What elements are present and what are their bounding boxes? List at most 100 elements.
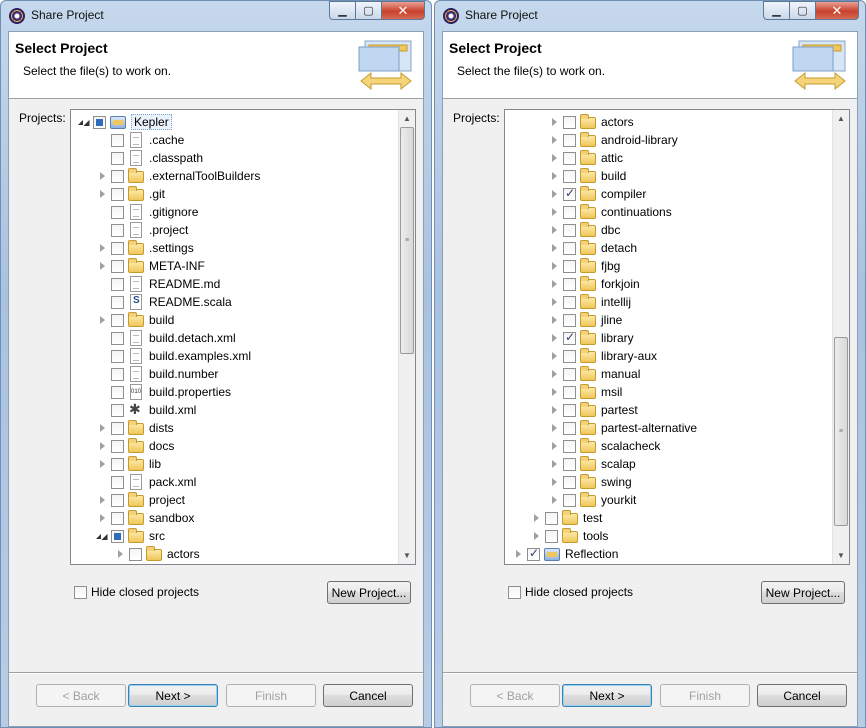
tree-item[interactable]: intellij xyxy=(505,293,832,311)
expand-arrow-icon[interactable] xyxy=(97,437,107,455)
finish-button[interactable]: Finish xyxy=(226,684,316,707)
tree-item-checkbox[interactable] xyxy=(111,187,124,201)
tree-item-checkbox[interactable] xyxy=(563,277,576,291)
expand-arrow-icon[interactable] xyxy=(549,437,559,455)
close-button[interactable]: ✕ xyxy=(815,1,859,20)
tree-item-checkbox[interactable] xyxy=(527,546,540,561)
hide-closed-projects-checkbox[interactable]: Hide closed projects xyxy=(74,585,199,599)
tree-item-checkbox[interactable] xyxy=(563,330,576,345)
tree-item-checkbox[interactable] xyxy=(563,259,576,273)
expand-arrow-icon[interactable] xyxy=(97,419,107,437)
vertical-scrollbar[interactable]: ▲ ≡ ▼ xyxy=(832,110,849,564)
hide-closed-projects-checkbox[interactable]: Hide closed projects xyxy=(508,585,633,599)
checkbox-box[interactable] xyxy=(74,585,87,599)
expand-arrow-icon[interactable] xyxy=(549,167,559,185)
tree-item[interactable]: attic xyxy=(505,149,832,167)
tree-item[interactable]: build.examples.xml xyxy=(71,347,398,365)
tree-item[interactable]: swing xyxy=(505,473,832,491)
tree-item-checkbox[interactable] xyxy=(563,295,576,309)
expand-arrow-icon[interactable] xyxy=(549,275,559,293)
tree-item[interactable]: lib xyxy=(71,455,398,473)
tree-item[interactable]: project xyxy=(71,491,398,509)
tree-item-checkbox[interactable] xyxy=(563,421,576,435)
tree-item-checkbox[interactable] xyxy=(111,223,124,237)
tree-item[interactable]: build.properties xyxy=(71,383,398,401)
tree-item-checkbox[interactable] xyxy=(111,313,124,327)
tree-item-checkbox[interactable] xyxy=(111,259,124,273)
tree-item[interactable]: .classpath xyxy=(71,149,398,167)
expand-arrow-icon[interactable] xyxy=(97,167,107,185)
tree-item[interactable]: build xyxy=(71,311,398,329)
scroll-up-icon[interactable]: ▲ xyxy=(833,110,849,127)
maximize-button[interactable]: ▢ xyxy=(789,1,816,20)
expand-arrow-icon[interactable] xyxy=(549,113,559,131)
next-button[interactable]: Next > xyxy=(562,684,652,707)
expand-arrow-icon[interactable] xyxy=(549,347,559,365)
tree-item-checkbox[interactable] xyxy=(111,421,124,435)
expand-arrow-icon[interactable] xyxy=(549,365,559,383)
scroll-thumb[interactable]: ≡ xyxy=(834,337,848,526)
tree-item[interactable]: dists xyxy=(71,419,398,437)
tree-item[interactable]: dbc xyxy=(505,221,832,239)
tree-item[interactable]: actors xyxy=(71,545,398,563)
minimize-button[interactable]: ▁ xyxy=(329,1,356,20)
vertical-scrollbar[interactable]: ▲ ≡ ▼ xyxy=(398,110,415,564)
expand-arrow-icon[interactable] xyxy=(549,149,559,167)
tree-item-checkbox[interactable] xyxy=(563,349,576,363)
expand-arrow-icon[interactable] xyxy=(549,455,559,473)
expand-arrow-icon[interactable] xyxy=(115,545,125,563)
tree-item[interactable]: .cache xyxy=(71,131,398,149)
tree-item[interactable]: library xyxy=(505,329,832,347)
close-button[interactable]: ✕ xyxy=(381,1,425,20)
tree-item[interactable]: pack.xml xyxy=(71,473,398,491)
tree-item-checkbox[interactable] xyxy=(111,295,124,309)
tree-item[interactable]: library-aux xyxy=(505,347,832,365)
tree-item-checkbox[interactable] xyxy=(111,277,124,291)
finish-button[interactable]: Finish xyxy=(660,684,750,707)
tree-item[interactable]: tools xyxy=(505,527,832,545)
checkbox-box[interactable] xyxy=(508,585,521,599)
tree-item[interactable]: test xyxy=(505,509,832,527)
minimize-button[interactable]: ▁ xyxy=(763,1,790,20)
expand-arrow-icon[interactable] xyxy=(549,311,559,329)
expand-arrow-open-icon[interactable]: ◢ xyxy=(79,113,89,131)
tree-item[interactable]: .gitignore xyxy=(71,203,398,221)
maximize-button[interactable]: ▢ xyxy=(355,1,382,20)
expand-arrow-icon[interactable] xyxy=(97,509,107,527)
scroll-up-icon[interactable]: ▲ xyxy=(399,110,415,127)
projects-tree[interactable]: actors android-library attic build compiler c… xyxy=(504,109,850,565)
scroll-thumb[interactable]: ≡ xyxy=(400,127,414,354)
projects-tree[interactable]: ◢ Kepler .cache .classpath .externalToolBuil… xyxy=(70,109,416,565)
tree-item[interactable]: .git xyxy=(71,185,398,203)
expand-arrow-icon[interactable] xyxy=(513,545,523,563)
title-bar[interactable]: Share Project ▁ ▢ ✕ xyxy=(435,1,865,31)
tree-item[interactable]: msil xyxy=(505,383,832,401)
tree-item-checkbox[interactable] xyxy=(111,457,124,471)
back-button[interactable]: < Back xyxy=(470,684,560,707)
tree-item-checkbox[interactable] xyxy=(563,223,576,237)
tree-item[interactable]: yourkit xyxy=(505,491,832,509)
expand-arrow-icon[interactable] xyxy=(549,185,559,203)
tree-item-checkbox[interactable] xyxy=(563,115,576,129)
tree-item[interactable]: sandbox xyxy=(71,509,398,527)
expand-arrow-icon[interactable] xyxy=(549,473,559,491)
tree-item-checkbox[interactable] xyxy=(111,151,124,165)
tree-item-checkbox[interactable] xyxy=(563,475,576,489)
tree-item[interactable]: continuations xyxy=(505,203,832,221)
tree-item[interactable]: build.number xyxy=(71,365,398,383)
tree-item-checkbox[interactable] xyxy=(563,313,576,327)
expand-arrow-icon[interactable] xyxy=(549,401,559,419)
tree-item[interactable]: jline xyxy=(505,311,832,329)
tree-item[interactable]: .externalToolBuilders xyxy=(71,167,398,185)
tree-item-checkbox[interactable] xyxy=(563,385,576,399)
expand-arrow-icon[interactable] xyxy=(97,491,107,509)
tree-item-checkbox[interactable] xyxy=(111,493,124,507)
tree-item-checkbox[interactable] xyxy=(111,511,124,525)
tree-item[interactable]: README.scala xyxy=(71,293,398,311)
tree-item-checkbox[interactable] xyxy=(545,511,558,525)
tree-item[interactable]: .project xyxy=(71,221,398,239)
scroll-down-icon[interactable]: ▼ xyxy=(399,547,415,564)
tree-item-checkbox[interactable] xyxy=(563,403,576,417)
tree-item[interactable]: build xyxy=(505,167,832,185)
tree-item-checkbox[interactable] xyxy=(111,403,124,417)
